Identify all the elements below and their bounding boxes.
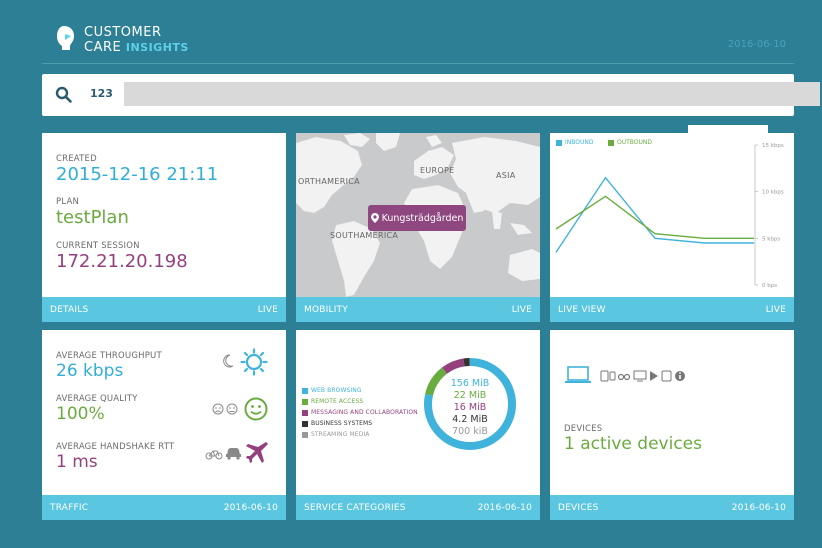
plan-value: testPlan	[56, 207, 129, 228]
app-header: CUSTOMER CARE INSIGHTS 2016-06-10	[42, 20, 794, 64]
service-footer[interactable]: SERVICE CATEGORIES 2016-06-10	[296, 495, 540, 520]
created-value: 2015-12-16 21:11	[56, 164, 219, 185]
sad-face-icon	[212, 403, 224, 415]
mobility-footer-title: MOBILITY	[304, 304, 348, 315]
legend-remote-access: REMOTE ACCESS	[302, 398, 363, 405]
donut-value-messaging: 16 MiB	[453, 402, 487, 413]
service-footer-title: SERVICE CATEGORIES	[304, 502, 406, 513]
search-input[interactable]	[124, 82, 820, 106]
legend-messaging: MESSAGING AND COLLABORATION	[302, 409, 418, 416]
throughput-label: AVERAGE THROUGHPUT	[56, 351, 162, 361]
devices-label: DEVICES	[564, 424, 603, 434]
rtt-value: 1 ms	[56, 452, 98, 472]
session-value: 172.21.20.198	[56, 251, 188, 272]
live-traffic-chart[interactable]: 0 bps 5 kbps 10 kbps 15 kbps	[550, 133, 794, 297]
details-footer-title: DETAILS	[50, 304, 89, 315]
brand-care: CARE	[84, 40, 122, 55]
location-pin-icon	[370, 213, 379, 223]
legend-swatch	[302, 420, 308, 427]
chart-tick-label: 5 kbps	[762, 236, 780, 242]
live-view-footer[interactable]: LIVE VIEW LIVE	[550, 297, 794, 322]
devices-value: 1 active devices	[564, 434, 702, 454]
legend-label: MESSAGING AND COLLABORATION	[311, 409, 418, 416]
legend-business-systems: BUSINESS SYSTEMS	[302, 420, 372, 427]
map-label-south-america: SOUTHAMERICA	[330, 231, 399, 240]
chart-series	[555, 176, 754, 253]
live-view-footer-title: LIVE VIEW	[558, 304, 606, 315]
brand-insights: INSIGHTS	[125, 41, 189, 54]
location-pin-label: Kungsträdgården	[381, 212, 464, 224]
chart-y-ticks: 0 bps 5 kbps 10 kbps 15 kbps	[755, 143, 784, 289]
search-bar: 123	[42, 74, 820, 116]
brand-name-line1: CUSTOMER	[84, 25, 162, 40]
live-view-footer-status: LIVE	[765, 304, 786, 315]
series-line-outbound	[555, 195, 754, 240]
quality-value: 100%	[56, 404, 105, 424]
mobility-footer-status: LIVE	[511, 304, 532, 315]
rtt-label: AVERAGE HANDSHAKE RTT	[56, 442, 175, 452]
details-footer[interactable]: DETAILS LIVE	[42, 297, 286, 322]
map-label-north-america: ORTHAMERICA	[298, 177, 360, 186]
airplane-icon	[246, 442, 268, 463]
donut-value-business: 4.2 MiB	[452, 414, 488, 425]
created-label: CREATED	[56, 154, 97, 164]
logo-icon	[57, 26, 74, 50]
legend-label: BUSINESS SYSTEMS	[311, 420, 373, 427]
throughput-value: 26 kbps	[56, 361, 124, 381]
legend-swatch	[302, 409, 308, 416]
series-line-inbound	[555, 176, 754, 253]
live-view-card[interactable]: INBOUND OUTBOUND 0 bps 5 kbps 10 kbps 15 kb…	[550, 125, 794, 322]
device-type-icons	[600, 370, 685, 382]
brand-name-line2: CARE INSIGHTS	[84, 40, 189, 55]
chart-tick-label: 0 bps	[762, 283, 777, 289]
search-icon[interactable]	[55, 86, 73, 104]
mobility-footer[interactable]: MOBILITY LIVE	[296, 297, 540, 322]
sun-icon	[240, 348, 268, 376]
mobility-card[interactable]: ORTHAMERICA EUROPE ASIA SOUTHAMERICA Kun…	[296, 133, 540, 322]
search-input-value[interactable]: 123	[90, 87, 113, 100]
chart-tick-label: 10 kbps	[762, 190, 784, 196]
app-frame: CUSTOMER CARE INSIGHTS 2016-06-10 123 CR…	[0, 0, 822, 548]
donut-value-web: 156 MiB	[450, 378, 490, 389]
legend-label: WEB BROWSING	[311, 387, 362, 394]
donut-value-streaming: 700 kiB	[452, 426, 488, 437]
laptop-icon	[565, 366, 591, 383]
legend-swatch	[302, 387, 308, 394]
devices-footer-date: 2016-06-10	[731, 502, 786, 513]
devices-footer[interactable]: DEVICES 2016-06-10	[550, 495, 794, 520]
donut-value-remote: 22 MiB	[453, 390, 487, 401]
devices-card[interactable]: DEVICES 1 active devices DEVICES 2016-06…	[550, 330, 794, 520]
service-footer-date: 2016-06-10	[477, 502, 532, 513]
legend-label: REMOTE ACCESS	[311, 398, 364, 405]
car-icon	[226, 448, 241, 460]
devices-footer-title: DEVICES	[558, 502, 599, 513]
legend-streaming-media: STREAMING MEDIA	[302, 431, 370, 438]
moon-icon	[223, 354, 234, 368]
details-card[interactable]: CREATED 2015-12-16 21:11 PLAN testPlan C…	[42, 133, 286, 322]
chart-tick-label: 15 kbps	[762, 143, 784, 149]
legend-web-browsing: WEB BROWSING	[302, 387, 362, 394]
happy-face-icon	[244, 397, 268, 421]
session-label: CURRENT SESSION	[56, 241, 140, 251]
plan-label: PLAN	[56, 197, 80, 207]
traffic-footer-title: TRAFFIC	[50, 502, 89, 513]
traffic-card[interactable]: AVERAGE THROUGHPUT 26 kbps AVERAGE QUALI…	[42, 330, 286, 520]
quality-label: AVERAGE QUALITY	[56, 394, 138, 404]
donut-values: 156 MiB 22 MiB 16 MiB 4.2 MiB 700 kiB	[442, 378, 498, 438]
details-footer-status: LIVE	[257, 304, 278, 315]
header-divider	[42, 63, 794, 64]
traffic-footer[interactable]: TRAFFIC 2016-06-10	[42, 495, 286, 520]
header-date: 2016-06-10	[727, 39, 786, 50]
legend-label: STREAMING MEDIA	[311, 431, 370, 438]
traffic-footer-date: 2016-06-10	[223, 502, 278, 513]
map-label-europe: EUROPE	[420, 166, 455, 175]
map-label-asia: ASIA	[496, 171, 516, 180]
service-categories-card[interactable]: WEB BROWSING REMOTE ACCESS MESSAGING AND…	[296, 330, 540, 520]
legend-swatch	[302, 431, 308, 438]
neutral-face-icon	[226, 403, 238, 415]
location-pin-tooltip[interactable]: Kungsträdgården	[368, 205, 466, 231]
legend-swatch	[302, 398, 308, 405]
bicycle-icon	[205, 450, 223, 460]
